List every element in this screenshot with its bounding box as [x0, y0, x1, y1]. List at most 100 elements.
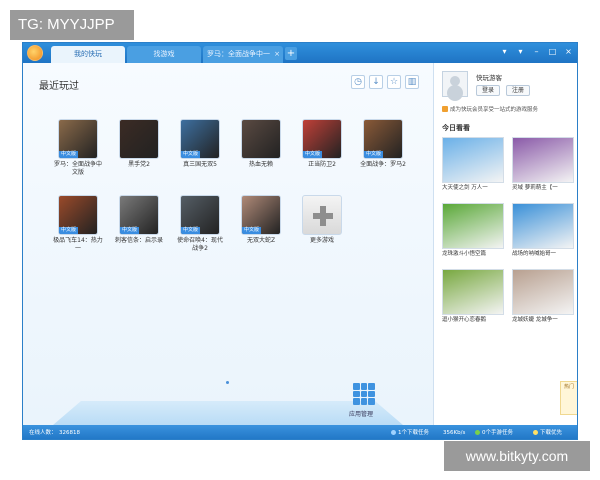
game-item[interactable]: 中文版全面战争：罗马2	[358, 119, 408, 169]
download-icon[interactable]: ↓	[369, 75, 383, 89]
favorite-icon[interactable]: ☆	[387, 75, 401, 89]
minimize-icon[interactable]: –	[531, 46, 542, 58]
game-name: 全面战争：罗马2	[360, 161, 406, 168]
recommended-game[interactable]: 战场的呐喊始哥一	[512, 203, 574, 258]
recommended-game-caption[interactable]: 战场的呐喊始哥一	[512, 250, 574, 258]
app-manager-icon[interactable]	[353, 383, 375, 405]
app-logo-icon	[27, 45, 43, 61]
member-promo[interactable]: 成为快玩会员享受一站式的游戏服务	[442, 105, 538, 113]
login-button[interactable]: 登录	[476, 85, 500, 96]
game-tag-badge: 中文版	[181, 151, 201, 158]
game-tag-badge: 中文版	[59, 227, 79, 234]
recent-games-title: 最近玩过	[39, 81, 79, 92]
game-item[interactable]: 中文版刺客信条：启示录	[114, 195, 164, 245]
recommended-game[interactable]: 逗小猴开心恋春鹅	[442, 269, 504, 324]
app-window: 我的快玩 找游戏 罗马：全面战争中一 × + ▾ ▾ – □ × 最近玩过 ◷ …	[22, 42, 578, 440]
download-task[interactable]: 1个下载任务	[391, 425, 429, 439]
online-count: 326818	[59, 430, 80, 436]
delete-icon[interactable]: ▥	[405, 75, 419, 89]
close-icon[interactable]: ×	[563, 46, 574, 58]
game-name: 热血无赖	[248, 161, 273, 168]
tab-close-icon[interactable]: ×	[274, 46, 280, 63]
history-icon[interactable]: ◷	[351, 75, 365, 89]
game-item[interactable]: 中文版真三国无双5	[175, 119, 225, 169]
download-speed: 356Kb/s	[443, 430, 466, 436]
side-tag[interactable]: 热门	[560, 381, 577, 415]
sidebar: 快玩游客 登录 注册 成为快玩会员享受一站式的游戏服务 今日看看 大天使之剑 万…	[433, 63, 577, 425]
add-icon[interactable]	[302, 195, 342, 235]
tab-find-games[interactable]: 找游戏	[127, 46, 201, 63]
game-item[interactable]: 中文版罗马：全面战争中文版	[53, 119, 103, 177]
page-indicator[interactable]	[226, 381, 229, 384]
game-name: 真三国无双5	[183, 161, 217, 168]
title-bar: 我的快玩 找游戏 罗马：全面战争中一 × + ▾ ▾ – □ ×	[23, 43, 577, 63]
game-item[interactable]: 中文版无双大蛇Z	[236, 195, 286, 245]
game-item[interactable]: 中文版使命召唤4：现代战争2	[175, 195, 225, 253]
game-thumbnail[interactable]: 中文版	[302, 119, 342, 159]
game-item[interactable]: 黑手党2	[114, 119, 164, 169]
game-thumbnail[interactable]	[241, 119, 281, 159]
menu-icon[interactable]: ▾	[515, 46, 526, 58]
game-name: 罗马：全面战争中文版	[53, 161, 102, 176]
game-name: 无双大蛇Z	[246, 237, 276, 244]
member-promo-text: 成为快玩会员享受一站式的游戏服务	[450, 107, 539, 113]
app-manager-label: 应用管理	[349, 411, 374, 418]
game-thumbnail[interactable]: 中文版	[241, 195, 281, 235]
game-tag-badge: 中文版	[242, 227, 262, 234]
user-name: 快玩游客	[476, 74, 502, 82]
watermark-tag-top: TG: MYYJJPP	[10, 10, 134, 40]
game-thumbnail[interactable]: 中文版	[180, 195, 220, 235]
avatar[interactable]	[442, 71, 468, 97]
status-bar: 在线人数： 326818 1个下载任务 356Kb/s 0个手游任务 下载优先	[23, 425, 577, 439]
game-thumbnail[interactable]: 中文版	[58, 195, 98, 235]
game-name: 极品飞车14：热力一	[53, 237, 103, 252]
download-priority[interactable]: 下载优先	[533, 425, 562, 439]
game-thumbnail[interactable]: 中文版	[119, 195, 159, 235]
watermark-site: www.bitkyty.com	[444, 441, 590, 471]
recommended-game-image[interactable]	[442, 269, 504, 315]
mobile-task[interactable]: 0个手游任务	[475, 425, 513, 439]
recommended-game[interactable]: 灵域 萝莉萌主【一	[512, 137, 574, 192]
game-thumbnail[interactable]: 中文版	[180, 119, 220, 159]
online-label: 在线人数：	[29, 430, 57, 436]
game-item[interactable]: 中文版正当防卫2	[297, 119, 347, 169]
tab-rome-game[interactable]: 罗马：全面战争中一 ×	[203, 46, 283, 63]
game-tag-badge: 中文版	[59, 151, 79, 158]
game-thumbnail[interactable]: 中文版	[363, 119, 403, 159]
game-name: 黑手党2	[128, 161, 150, 168]
game-thumbnail[interactable]: 中文版	[58, 119, 98, 159]
game-tag-badge: 中文版	[120, 227, 140, 234]
recommended-game-caption[interactable]: 逗小猴开心恋春鹅	[442, 316, 504, 324]
tab-rome-label: 罗马：全面战争中一	[207, 50, 270, 58]
game-thumbnail[interactable]	[119, 119, 159, 159]
main-panel: 最近玩过 ◷ ↓ ☆ ▥ 中文版 罗马：全面战争中文版 黑手党2 中文版 真三国无双5 热…	[23, 63, 433, 425]
new-tab-button[interactable]: +	[285, 47, 297, 60]
game-name: 正当防卫2	[308, 161, 336, 168]
recommended-game-caption[interactable]: 大天使之剑 万人一	[442, 184, 504, 192]
game-tag-badge: 中文版	[364, 151, 384, 158]
game-name: 使命召唤4：现代战争2	[177, 237, 223, 252]
tab-my-games[interactable]: 我的快玩	[51, 46, 125, 63]
game-item[interactable]: 中文版极品飞车14：热力一	[53, 195, 103, 253]
more-games-item[interactable]: 更多游戏	[297, 195, 347, 245]
skin-icon[interactable]: ▾	[499, 46, 510, 58]
register-button[interactable]: 注册	[506, 85, 530, 96]
today-title: 今日看看	[442, 124, 470, 132]
recommended-game-caption[interactable]: 龙城妖婕 龙城争一	[512, 316, 574, 324]
game-item[interactable]: 热血无赖	[236, 119, 286, 169]
recommended-game-caption[interactable]: 灵域 萝莉萌主【一	[512, 184, 574, 192]
recommended-game[interactable]: 大天使之剑 万人一	[442, 137, 504, 192]
game-name: 刺客信条：启示录	[114, 237, 163, 244]
recommended-game[interactable]: 龙珠激斗小悟空篇	[442, 203, 504, 258]
recommended-game-image[interactable]	[512, 203, 574, 249]
recommended-game-image[interactable]	[442, 203, 504, 249]
recommended-game-image[interactable]	[512, 137, 574, 183]
recommended-game-image[interactable]	[512, 269, 574, 315]
maximize-icon[interactable]: □	[547, 46, 558, 58]
more-games-label: 更多游戏	[309, 237, 334, 244]
recommended-game-caption[interactable]: 龙珠激斗小悟空篇	[442, 250, 504, 258]
game-tag-badge: 中文版	[303, 151, 323, 158]
game-tag-badge: 中文版	[181, 227, 201, 234]
recommended-game-image[interactable]	[442, 137, 504, 183]
recommended-game[interactable]: 龙城妖婕 龙城争一	[512, 269, 574, 324]
